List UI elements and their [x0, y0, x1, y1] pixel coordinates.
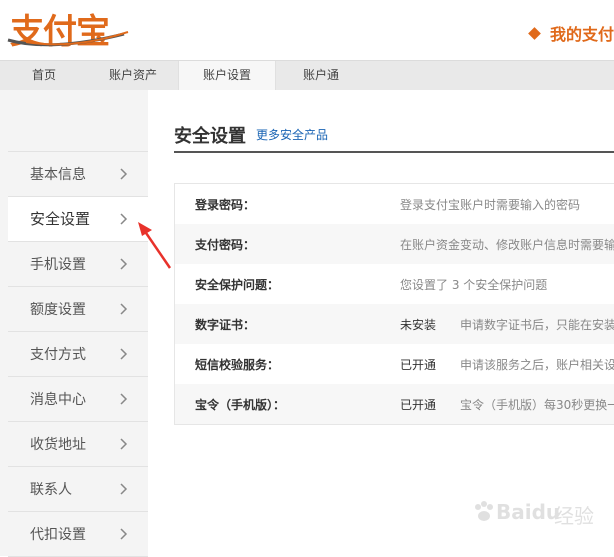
table-row-login-password: 登录密码： 登录支付宝账户时需要输入的密码	[175, 184, 614, 224]
sidebar-item-label: 消息中心	[30, 392, 86, 408]
chevron-right-icon	[120, 528, 128, 540]
annotation-arrow-icon	[138, 222, 172, 269]
chevron-right-icon	[120, 483, 128, 495]
chevron-right-icon	[120, 393, 128, 405]
table-row-sms-verification: 短信校验服务： 已开通 申请该服务之后，账户相关设	[175, 344, 614, 384]
row-label: 支付密码：	[195, 238, 256, 252]
my-pay-menu[interactable]: 我的支付	[528, 20, 614, 46]
table-row-baoling-mobile: 宝令（手机版）： 已开通 宝令（手机版）每30秒更换一	[175, 384, 614, 424]
sidebar-item-label: 代扣设置	[30, 527, 86, 543]
status-badge: 未安装	[400, 318, 437, 332]
tab-account-settings[interactable]: 账户设置	[178, 61, 276, 90]
security-table: 登录密码： 登录支付宝账户时需要输入的密码 支付密码： 在账户资金变动、修改账户…	[174, 183, 614, 425]
title-divider	[174, 151, 614, 153]
sidebar-item-phone-settings[interactable]: 手机设置	[8, 242, 148, 287]
row-desc: 登录支付宝账户时需要输入的密码	[400, 198, 581, 212]
top-nav: 首页 账户资产 账户设置 账户通	[0, 60, 614, 90]
sidebar-item-auto-debit[interactable]: 代扣设置	[8, 512, 148, 557]
sidebar-item-label: 支付方式	[30, 347, 86, 363]
row-desc: 申请该服务之后，账户相关设	[460, 358, 614, 372]
sidebar-item-security-settings[interactable]: 安全设置	[8, 197, 148, 242]
chevron-right-icon	[120, 213, 128, 225]
alipay-logo[interactable]: 支付宝	[6, 2, 130, 54]
sidebar-item-label: 联系人	[30, 482, 72, 498]
row-label: 登录密码：	[195, 198, 256, 212]
page-title: 安全设置	[174, 126, 246, 147]
chevron-right-icon	[120, 168, 128, 180]
row-desc: 您设置了 3 个安全保护问题	[400, 278, 548, 292]
sidebar-item-label: 收货地址	[30, 437, 86, 453]
table-row-pay-password: 支付密码： 在账户资金变动、修改账户信息时需要输	[175, 224, 614, 264]
table-row-digital-certificate: 数字证书： 未安装 申请数字证书后，只能在安装	[175, 304, 614, 344]
row-desc: 宝令（手机版）每30秒更换一	[460, 398, 614, 412]
chevron-right-icon	[120, 258, 128, 270]
sidebar-item-message-center[interactable]: 消息中心	[8, 377, 148, 422]
sidebar-item-contacts[interactable]: 联系人	[8, 467, 148, 512]
sidebar-item-label: 额度设置	[30, 302, 86, 318]
tab-account-assets[interactable]: 账户资产	[88, 61, 178, 90]
sidebar-item-label: 安全设置	[30, 210, 91, 228]
sidebar: 基本信息 安全设置 手机设置 额度设置 支付方式 消息中心 收货地址 联系人 代…	[0, 90, 148, 557]
status-badge: 已开通	[400, 398, 437, 412]
chevron-right-icon	[120, 438, 128, 450]
row-label: 短信校验服务：	[195, 358, 280, 372]
chevron-right-icon	[120, 303, 128, 315]
row-label: 安全保护问题：	[195, 278, 280, 292]
main-content: 安全设置 更多安全产品 登录密码： 登录支付宝账户时需要输入的密码 支付密码： …	[148, 90, 614, 556]
row-label: 数字证书：	[195, 318, 256, 332]
logo-swoosh-icon	[7, 31, 129, 47]
row-desc: 在账户资金变动、修改账户信息时需要输	[400, 238, 614, 252]
sidebar-item-label: 基本信息	[30, 167, 86, 183]
my-pay-label: 我的支付	[549, 25, 614, 44]
sidebar-item-label: 手机设置	[30, 257, 86, 273]
sidebar-header	[8, 90, 148, 152]
header: 支付宝 我的支付	[0, 0, 614, 60]
diamond-icon	[528, 26, 541, 40]
tab-account-link[interactable]: 账户通	[276, 61, 366, 90]
tab-home[interactable]: 首页	[0, 61, 88, 90]
sidebar-item-payment-methods[interactable]: 支付方式	[8, 332, 148, 377]
status-badge: 已开通	[400, 358, 437, 372]
baidu-watermark: Baidu 经验	[470, 492, 610, 532]
sidebar-item-limit-settings[interactable]: 额度设置	[8, 287, 148, 332]
row-desc: 申请数字证书后，只能在安装	[460, 318, 614, 332]
watermark-text: Baidu	[496, 500, 561, 524]
sidebar-item-basic-info[interactable]: 基本信息	[8, 152, 148, 197]
row-label: 宝令（手机版）：	[195, 398, 286, 412]
more-security-products-link[interactable]: 更多安全产品	[256, 126, 328, 143]
table-row-security-questions: 安全保护问题： 您设置了 3 个安全保护问题	[175, 264, 614, 304]
paw-icon	[475, 501, 493, 521]
sidebar-item-shipping-address[interactable]: 收货地址	[8, 422, 148, 467]
chevron-right-icon	[120, 348, 128, 360]
sidebar-list: 基本信息 安全设置 手机设置 额度设置 支付方式 消息中心 收货地址 联系人 代…	[8, 152, 148, 557]
watermark-sub: 经验	[554, 504, 594, 528]
